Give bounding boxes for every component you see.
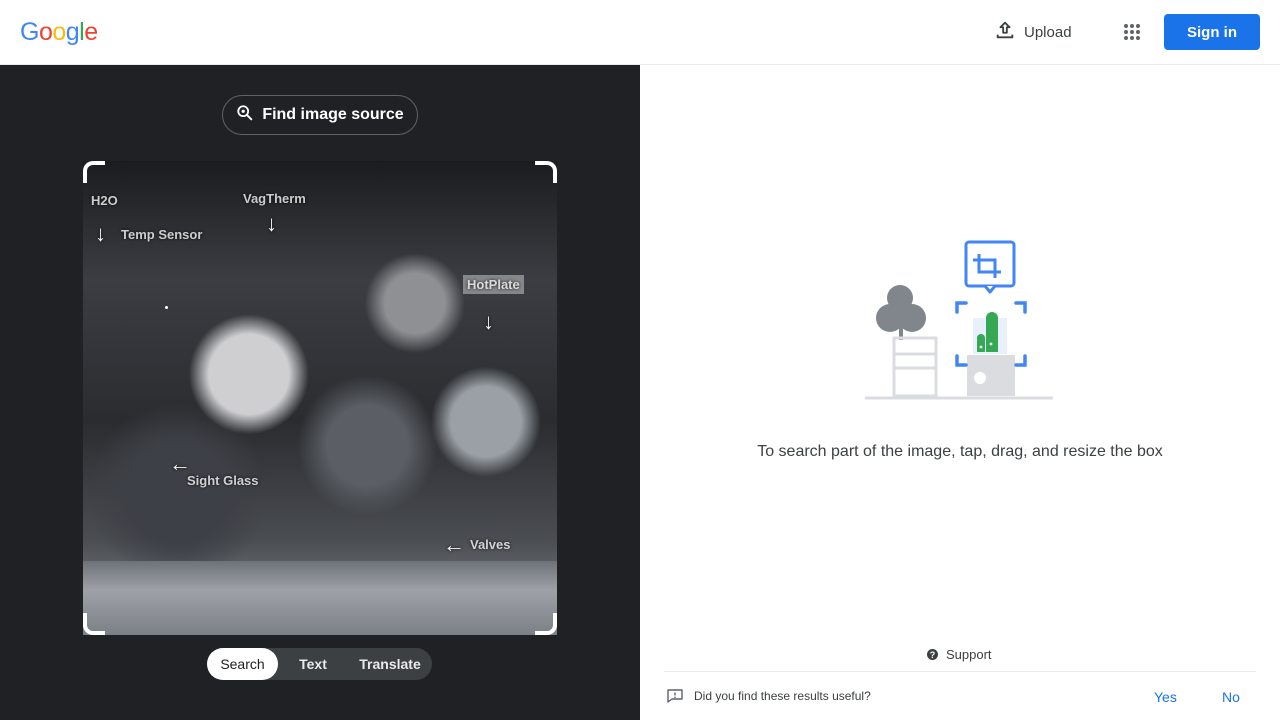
apps-grid-icon[interactable] (1112, 12, 1152, 52)
image-panel: Find image source H2O ↓ Temp Sensor VagT… (0, 65, 640, 720)
photo-arrow: ← (443, 532, 465, 557)
feedback-bar: Did you find these results useful? Yes N… (664, 671, 1256, 720)
logo-letter: e (84, 18, 98, 46)
crop-handle-bottom-right[interactable] (535, 613, 557, 635)
image-dot (165, 306, 168, 309)
feedback-no-button[interactable]: No (1222, 689, 1240, 705)
photo-label: Sight Glass (187, 473, 259, 488)
photo-label: HotPlate (463, 275, 524, 294)
crop-handle-bottom-left[interactable] (83, 613, 105, 635)
lens-search-icon (236, 104, 254, 127)
support-label: Support (946, 647, 992, 662)
tab-translate[interactable]: Translate (348, 648, 432, 680)
upload-label: Upload (1024, 23, 1072, 41)
photo-label: VagTherm (243, 191, 306, 206)
photo-arrow: ↓ (266, 211, 277, 236)
crop-selection-area[interactable]: H2O ↓ Temp Sensor VagTherm ↓ HotPlate ↓ … (83, 161, 557, 635)
logo-letter: G (20, 18, 39, 46)
photo-label: Temp Sensor (121, 227, 203, 242)
search-mode-tabs: Search Text Translate (207, 648, 432, 680)
query-image: H2O ↓ Temp Sensor VagTherm ↓ HotPlate ↓ … (83, 161, 557, 635)
logo-letter: g (65, 18, 80, 46)
photo-label: H2O (91, 193, 118, 208)
google-logo[interactable]: Google (20, 18, 98, 47)
feedback-question: Did you find these results useful? (694, 689, 871, 703)
crop-tip-illustration (865, 240, 1055, 405)
tab-search[interactable]: Search (207, 648, 278, 680)
logo-letter: o (38, 18, 53, 46)
crop-handle-top-left[interactable] (83, 161, 105, 183)
tab-text[interactable]: Text (278, 648, 348, 680)
feedback-yes-button[interactable]: Yes (1154, 689, 1177, 705)
crop-hint-text: To search part of the image, tap, drag, … (757, 443, 1163, 460)
find-image-source-button[interactable]: Find image source (222, 95, 418, 135)
photo-arrow: ↓ (483, 309, 494, 334)
upload-button[interactable]: Upload (980, 14, 1086, 50)
logo-letter: o (52, 18, 66, 46)
sign-in-button[interactable]: Sign in (1164, 14, 1260, 50)
photo-arrow: ↓ (95, 221, 106, 246)
find-image-source-label: Find image source (262, 106, 404, 123)
top-header: Google Upload Sign in (0, 0, 1280, 65)
support-link[interactable]: ? Support (927, 647, 992, 662)
results-panel: To search part of the image, tap, drag, … (640, 65, 1280, 720)
feedback-icon (667, 689, 683, 703)
photo-label: Valves (470, 537, 511, 552)
image-bottom-region (83, 561, 557, 635)
crop-handle-top-right[interactable] (535, 161, 557, 183)
photo-arrow: ← (169, 451, 191, 476)
help-icon: ? (927, 649, 938, 660)
upload-icon (994, 19, 1016, 45)
